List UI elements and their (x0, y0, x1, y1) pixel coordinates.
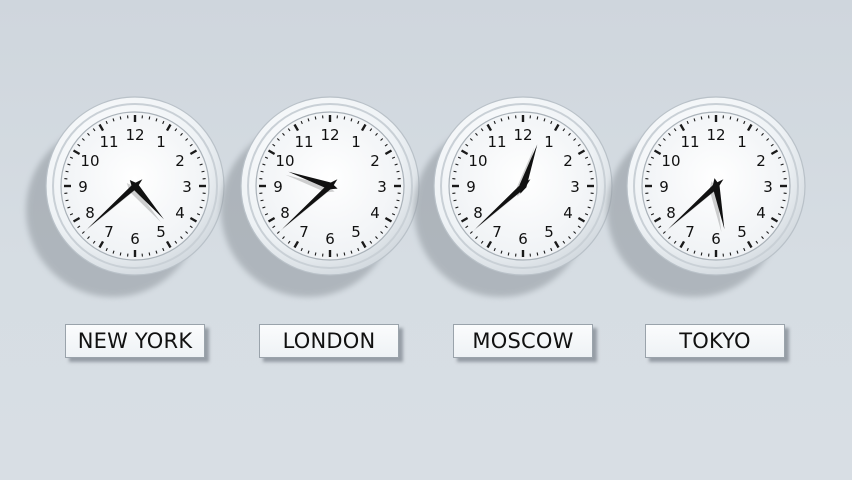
clock-numeral: 1 (737, 133, 747, 151)
minute-tick (343, 116, 346, 120)
clock-numeral: 5 (351, 223, 361, 241)
minute-tick (782, 170, 786, 173)
clock-numeral: 8 (473, 204, 483, 222)
minute-tick (260, 199, 264, 202)
clock-numeral: 5 (737, 223, 747, 241)
clock-numeral: 8 (666, 204, 676, 222)
clock-numeral: 4 (370, 204, 380, 222)
clock-new-york: 12 12 3 45678 9 1011 (26, 96, 225, 297)
minute-tick (729, 116, 732, 120)
city-label-moscow: MOSCOW (453, 324, 593, 358)
minute-tick (314, 116, 317, 120)
clock-numeral: 4 (756, 204, 766, 222)
clock-tokyo: 12 12 3 45678 9 1011 (607, 96, 806, 297)
clock-numeral: 9 (78, 178, 88, 196)
clock-numeral: 2 (756, 152, 766, 170)
minute-tick (201, 199, 205, 202)
clock-numeral: 1 (544, 133, 554, 151)
clock-numeral: 12 (706, 126, 725, 144)
clock-numeral: 7 (492, 223, 502, 241)
clock-center-pin (519, 182, 527, 190)
minute-tick (782, 199, 786, 202)
clock-numeral: 3 (182, 178, 192, 196)
minute-tick (536, 116, 539, 120)
clock-numeral: 5 (544, 223, 554, 241)
clock-numeral: 6 (325, 230, 335, 248)
minute-tick (453, 199, 457, 202)
clock-numeral: 4 (175, 204, 185, 222)
clock-numeral: 11 (487, 133, 506, 151)
clock-numeral: 3 (377, 178, 387, 196)
minute-tick (396, 199, 400, 202)
clock-numeral: 6 (518, 230, 528, 248)
minute-tick (201, 170, 205, 173)
minute-tick (589, 199, 593, 202)
clock-numeral: 2 (563, 152, 573, 170)
clock-numeral: 3 (763, 178, 773, 196)
city-label-new-york: NEW YORK (65, 324, 205, 358)
minute-tick (119, 116, 122, 120)
minute-tick (396, 170, 400, 173)
minute-tick (507, 116, 510, 120)
clock-numeral: 9 (659, 178, 669, 196)
clock-numeral: 10 (661, 152, 680, 170)
city-label-text: TOKYO (679, 329, 751, 353)
clock-center-pin (712, 182, 720, 190)
clock-numeral: 11 (99, 133, 118, 151)
clock-numeral: 9 (273, 178, 283, 196)
clock-numeral: 11 (680, 133, 699, 151)
clock-numeral: 3 (570, 178, 580, 196)
clock-numeral: 10 (468, 152, 487, 170)
minute-tick (260, 170, 264, 173)
clock-numeral: 8 (85, 204, 95, 222)
city-label-text: LONDON (282, 329, 376, 353)
clock-numeral: 1 (351, 133, 361, 151)
city-label-london: LONDON (259, 324, 399, 358)
city-label-text: NEW YORK (77, 329, 193, 353)
minute-tick (343, 252, 346, 256)
clock-center-pin (131, 182, 139, 190)
clock-numeral: 12 (513, 126, 532, 144)
clock-numeral: 7 (104, 223, 114, 241)
minute-tick (65, 199, 69, 202)
minute-tick (119, 252, 122, 256)
minute-tick (536, 252, 539, 256)
minute-tick (700, 116, 703, 120)
clock-numeral: 9 (466, 178, 476, 196)
clock-numeral: 11 (294, 133, 313, 151)
clock-numeral: 4 (563, 204, 573, 222)
clock-numeral: 1 (156, 133, 166, 151)
clock-numeral: 12 (125, 126, 144, 144)
clock-numeral: 8 (280, 204, 290, 222)
clock-numeral: 6 (130, 230, 140, 248)
minute-tick (646, 199, 650, 202)
city-label-tokyo: TOKYO (645, 324, 785, 358)
minute-tick (65, 170, 69, 173)
minute-tick (646, 170, 650, 173)
clock-numeral: 7 (299, 223, 309, 241)
clock-numeral: 10 (275, 152, 294, 170)
clock-center-pin (326, 182, 334, 190)
minute-tick (453, 170, 457, 173)
minute-tick (148, 116, 151, 120)
clock-numeral: 5 (156, 223, 166, 241)
minute-tick (148, 252, 151, 256)
clock-numeral: 10 (80, 152, 99, 170)
clock-moscow: 12 12 3 45678 9 1011 (414, 96, 613, 297)
clock-numeral: 12 (320, 126, 339, 144)
minute-tick (729, 252, 732, 256)
clock-london: 12 12 3 45678 9 1011 (221, 96, 420, 297)
minute-tick (507, 252, 510, 256)
clock-numeral: 2 (175, 152, 185, 170)
world-clocks-wall: 12 1234567891011 12 1234567891011 12 12345678… (26, 96, 806, 297)
city-label-text: MOSCOW (472, 329, 574, 353)
minute-tick (700, 252, 703, 256)
clock-numeral: 7 (685, 223, 695, 241)
minute-tick (589, 170, 593, 173)
clock-numeral: 2 (370, 152, 380, 170)
minute-tick (314, 252, 317, 256)
clock-numeral: 6 (711, 230, 721, 248)
